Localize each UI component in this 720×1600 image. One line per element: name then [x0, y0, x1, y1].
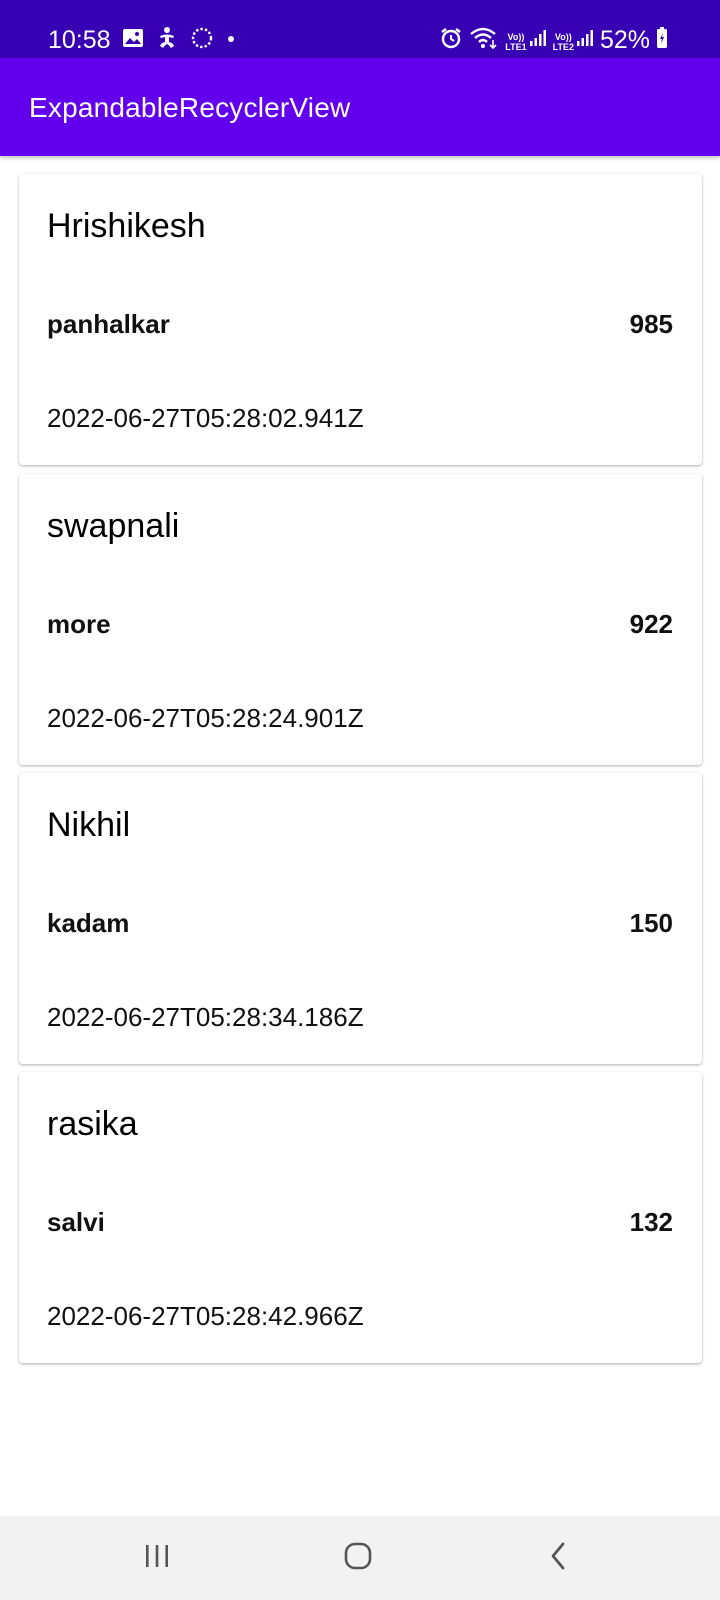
- recycler-list[interactable]: Hrishikesh panhalkar 985 2022-06-27T05:2…: [0, 156, 720, 1516]
- image-icon: [122, 28, 144, 53]
- sim1-signal: Vo)) LTE1: [505, 29, 546, 52]
- item-name: swapnali: [47, 507, 180, 545]
- item-timestamp: 2022-06-27T05:28:02.941Z: [47, 403, 364, 433]
- sim1-label: LTE1: [505, 41, 527, 52]
- back-icon: [546, 1541, 570, 1576]
- navigation-bar: [0, 1516, 720, 1600]
- volte-label: Vo)): [554, 31, 572, 42]
- battery-icon: [656, 26, 668, 54]
- dot-icon: [226, 31, 236, 49]
- item-number: 985: [629, 309, 673, 339]
- item-number: 150: [629, 908, 673, 938]
- recents-icon: [143, 1542, 171, 1575]
- signal-icon: [529, 29, 547, 52]
- signal-icon: [576, 29, 594, 52]
- list-item[interactable]: rasika salvi 132 2022-06-27T05:28:42.966…: [19, 1072, 702, 1363]
- app-bar: ExpandableRecyclerView: [0, 58, 720, 156]
- status-notification-icons: [122, 26, 236, 54]
- list-item[interactable]: Nikhil kadam 150 2022-06-27T05:28:34.186…: [19, 773, 702, 1064]
- item-name: rasika: [47, 1105, 138, 1143]
- list-item[interactable]: Hrishikesh panhalkar 985 2022-06-27T05:2…: [19, 174, 702, 465]
- sim2-label: LTE2: [552, 41, 574, 52]
- volte-label: Vo)): [507, 31, 525, 42]
- home-icon: [343, 1541, 373, 1576]
- item-timestamp: 2022-06-27T05:28:24.901Z: [47, 703, 364, 733]
- item-name: Nikhil: [47, 806, 131, 844]
- status-system-icons: Vo)) LTE1 Vo)) LTE2 52%: [439, 24, 668, 56]
- wifi-icon: [469, 26, 499, 55]
- sim2-signal: Vo)) LTE2: [553, 29, 594, 52]
- sync-icon: [190, 26, 214, 55]
- item-surname: kadam: [47, 908, 130, 938]
- app-title: ExpandableRecyclerView: [29, 92, 351, 123]
- back-button[interactable]: [528, 1534, 588, 1582]
- item-number: 922: [629, 609, 673, 639]
- item-surname: salvi: [47, 1207, 105, 1237]
- item-surname: panhalkar: [47, 309, 170, 339]
- status-time: 10:58: [48, 26, 111, 54]
- list-item[interactable]: swapnali more 922 2022-06-27T05:28:24.90…: [19, 474, 702, 765]
- home-button[interactable]: [328, 1534, 388, 1582]
- item-surname: more: [47, 609, 111, 639]
- item-name: Hrishikesh: [47, 207, 206, 245]
- item-number: 132: [629, 1207, 673, 1237]
- recents-button[interactable]: [127, 1534, 187, 1582]
- accessibility-icon: [156, 26, 178, 55]
- battery-percent: 52%: [599, 26, 650, 54]
- alarm-icon: [439, 26, 463, 55]
- item-timestamp: 2022-06-27T05:28:42.966Z: [47, 1301, 364, 1331]
- item-timestamp: 2022-06-27T05:28:34.186Z: [47, 1002, 364, 1032]
